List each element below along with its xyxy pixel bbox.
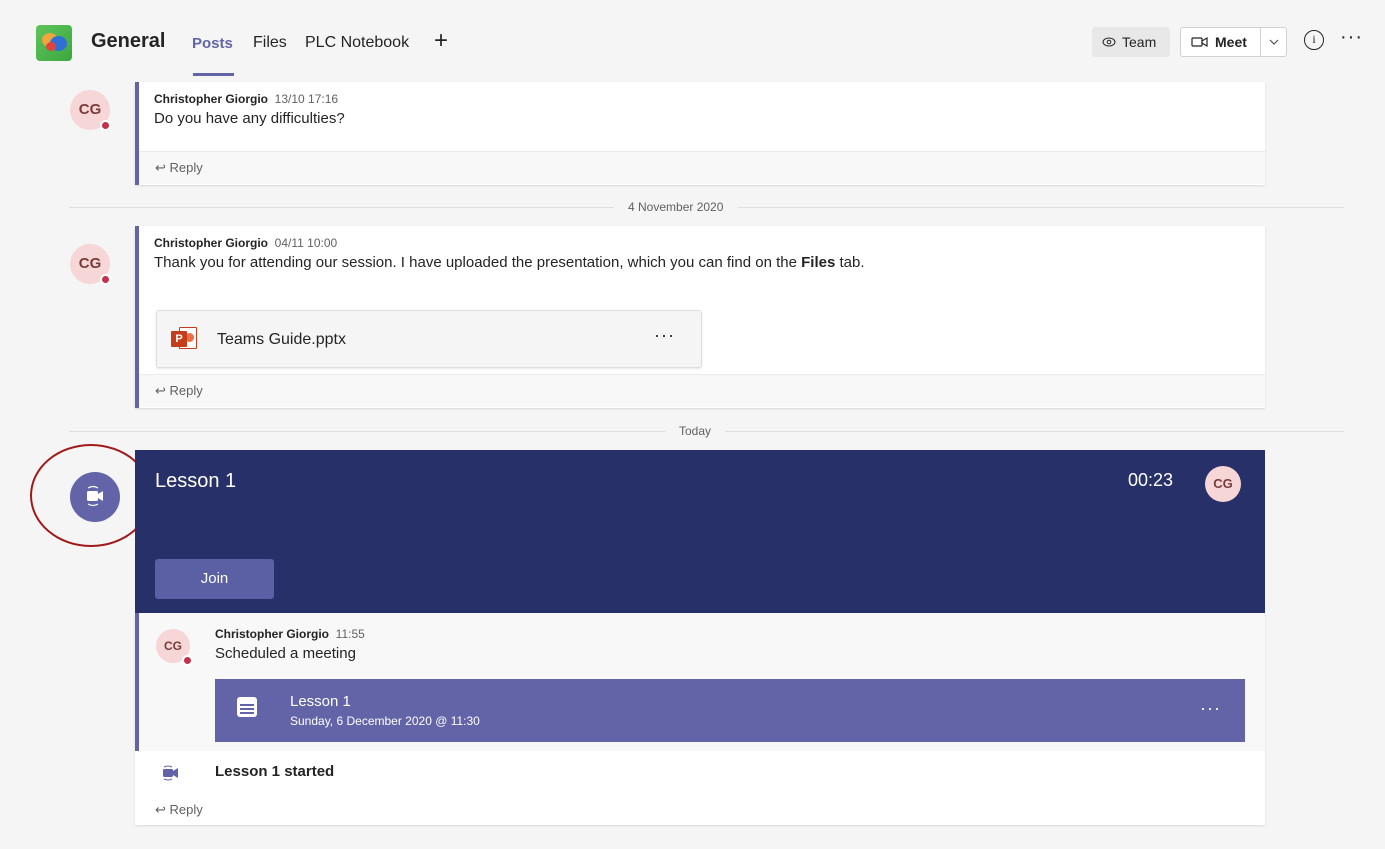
- meeting-started-text: Lesson 1 started: [215, 763, 335, 780]
- reply-label: Reply: [169, 802, 203, 817]
- reply-button[interactable]: ↩ Reply: [139, 151, 1265, 184]
- meeting-timer: 00:23: [1128, 470, 1174, 490]
- meet-button-label: Meet: [1215, 34, 1247, 50]
- meet-now-button[interactable]: Meet: [1181, 28, 1260, 56]
- team-logo-icon[interactable]: [36, 25, 72, 61]
- channel-header: General Posts Files PLC Notebook + Team …: [14, 10, 1385, 76]
- reply-arrow-icon: ↩: [155, 802, 166, 817]
- meeting-thread-card: CG Christopher Giorgio 11:55 Scheduled a…: [135, 613, 1265, 825]
- post-card: Christopher Giorgio 13/10 17:16 Do you h…: [135, 82, 1265, 185]
- thread-post: Christopher Giorgio 11:55 Scheduled a me…: [215, 627, 365, 662]
- files-link-text: Files: [801, 254, 836, 271]
- highlight-circle: [30, 444, 152, 547]
- event-more-icon[interactable]: ···: [1200, 698, 1221, 719]
- post-meta: Christopher Giorgio 13/10 17:16: [154, 92, 1265, 106]
- tab-posts[interactable]: Posts: [192, 35, 233, 52]
- post-text: Do you have any difficulties?: [154, 110, 345, 127]
- post-time: 11:55: [335, 627, 365, 641]
- add-tab-button[interactable]: +: [434, 27, 448, 55]
- meeting-title: Lesson 1: [155, 470, 237, 492]
- meet-dropdown-chevron-icon[interactable]: [1260, 28, 1286, 56]
- channel-title: General: [91, 30, 166, 52]
- join-button[interactable]: Join: [155, 559, 274, 599]
- post-author[interactable]: Christopher Giorgio: [215, 627, 329, 641]
- powerpoint-file-icon: P: [171, 327, 198, 351]
- reply-arrow-icon: ↩: [155, 383, 166, 398]
- meeting-banner: Lesson 1 00:23 CG Join: [135, 450, 1265, 613]
- post-text: Thank you for attending our session. I h…: [154, 254, 865, 271]
- meet-button[interactable]: Meet: [1180, 27, 1287, 57]
- info-icon[interactable]: i: [1304, 30, 1324, 50]
- attachment-name[interactable]: Teams Guide.pptx: [217, 331, 346, 349]
- post-time: 13/10 17:16: [274, 92, 339, 106]
- more-options-icon[interactable]: ···: [1340, 26, 1363, 49]
- event-date: Sunday, 6 December 2020 @ 11:30: [290, 714, 480, 728]
- event-title: Lesson 1: [290, 693, 351, 710]
- post-meta: Christopher Giorgio 04/11 10:00: [154, 236, 1265, 250]
- participant-avatar[interactable]: CG: [1205, 466, 1241, 502]
- presence-busy-icon: [100, 274, 111, 285]
- presence-busy-icon: [100, 120, 111, 131]
- post-card: Christopher Giorgio 04/11 10:00 Thank yo…: [135, 226, 1265, 408]
- reply-button[interactable]: ↩ Reply: [155, 802, 203, 818]
- team-button[interactable]: Team: [1092, 27, 1170, 57]
- tab-files[interactable]: Files: [253, 34, 287, 52]
- reply-label: Reply: [169, 160, 203, 175]
- date-divider-label: Today: [665, 424, 726, 438]
- active-tab-indicator: [193, 73, 234, 76]
- team-button-label: Team: [1122, 34, 1157, 50]
- reply-button[interactable]: ↩ Reply: [139, 374, 1265, 407]
- post-text: Scheduled a meeting: [215, 645, 356, 662]
- video-camera-icon: [1191, 36, 1208, 48]
- reply-arrow-icon: ↩: [155, 160, 166, 175]
- calendar-icon: [237, 697, 257, 717]
- teams-app: General Posts Files PLC Notebook + Team …: [14, 10, 1385, 849]
- meeting-started-icon: [163, 765, 178, 781]
- presence-busy-icon: [182, 655, 193, 666]
- post-author[interactable]: Christopher Giorgio: [154, 92, 268, 106]
- post-time: 04/11 10:00: [274, 236, 338, 250]
- date-divider-label: 4 November 2020: [614, 200, 738, 214]
- meeting-event-card[interactable]: Lesson 1 Sunday, 6 December 2020 @ 11:30…: [215, 679, 1245, 742]
- meeting-thread: CG Christopher Giorgio 11:55 Scheduled a…: [135, 613, 1265, 751]
- attachment-more-icon[interactable]: ···: [654, 325, 675, 346]
- reply-label: Reply: [169, 383, 203, 398]
- post-meta: Christopher Giorgio 11:55: [215, 627, 365, 641]
- tab-plc-notebook[interactable]: PLC Notebook: [305, 34, 409, 52]
- post-author[interactable]: Christopher Giorgio: [154, 236, 268, 250]
- attachment-card[interactable]: P Teams Guide.pptx ···: [156, 310, 702, 368]
- eye-icon: [1102, 37, 1116, 47]
